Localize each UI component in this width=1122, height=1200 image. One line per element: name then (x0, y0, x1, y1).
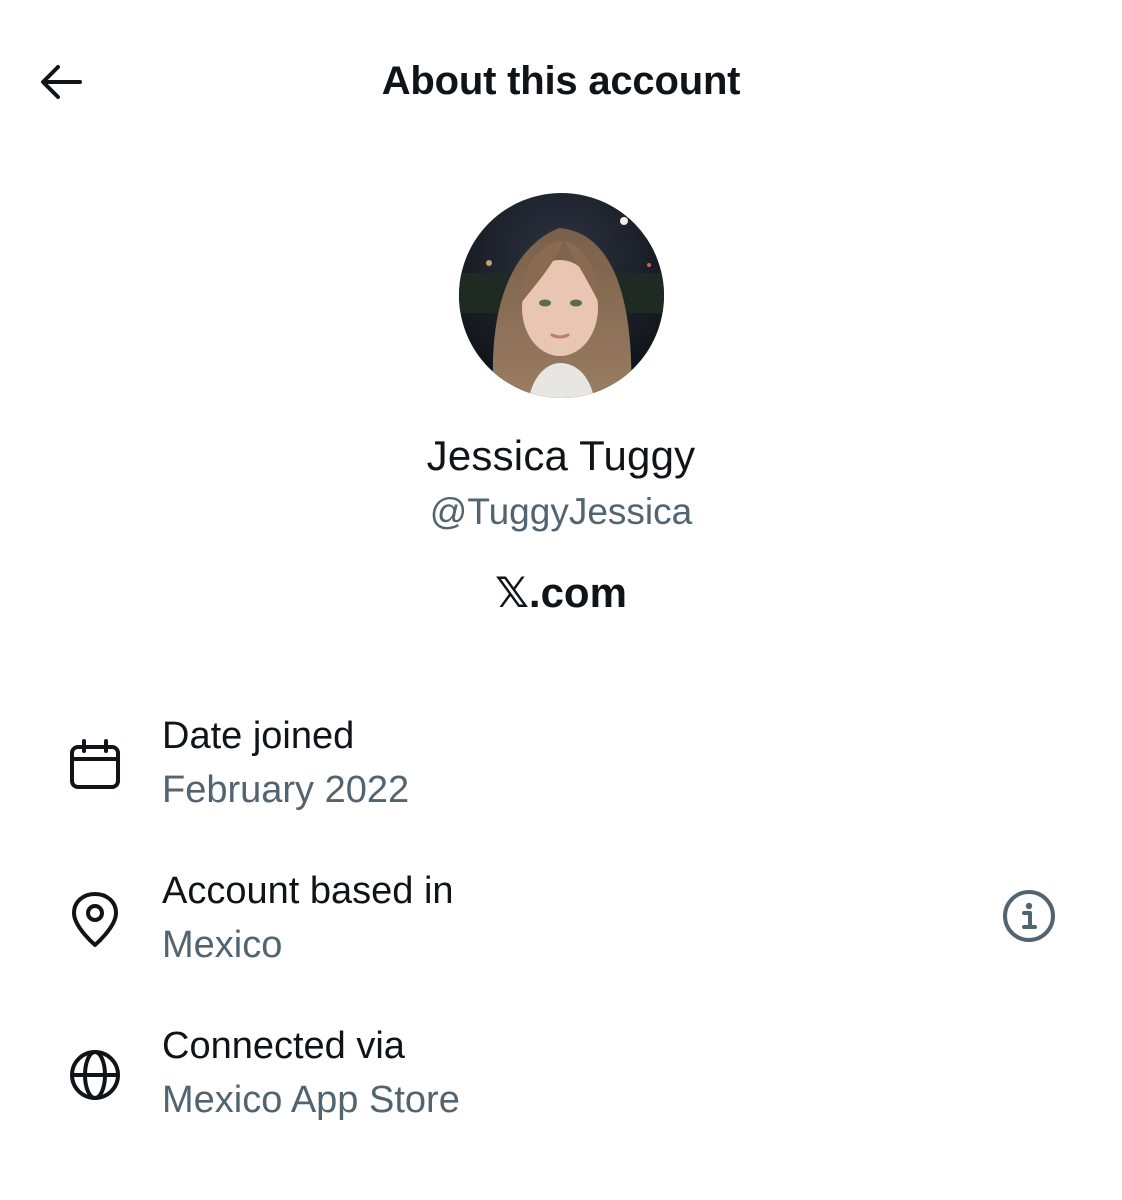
calendar-icon (66, 736, 124, 794)
detail-value: Mexico (162, 924, 283, 966)
avatar (459, 193, 664, 398)
detail-value: February 2022 (162, 769, 410, 811)
info-button[interactable] (1000, 887, 1058, 945)
detail-row-account-based-in: Account based in Mexico (0, 867, 1122, 987)
globe-icon (66, 1046, 124, 1104)
detail-row-date-joined: Date joined February 2022 (0, 712, 1122, 832)
detail-value: Mexico App Store (162, 1079, 460, 1121)
header: About this account (0, 0, 1122, 160)
location-pin-icon (66, 891, 124, 949)
info-icon (1003, 890, 1055, 942)
detail-label: Date joined (162, 715, 355, 757)
display-name: Jessica Tuggy (426, 432, 696, 479)
account-handle: @TuggyJessica (429, 491, 693, 532)
detail-row-connected-via: Connected via Mexico App Store (0, 1022, 1122, 1142)
platform-label: 𝕏.com (495, 569, 627, 616)
detail-label: Connected via (162, 1025, 405, 1067)
detail-label: Account based in (162, 870, 454, 912)
page-title: About this account (381, 59, 741, 103)
